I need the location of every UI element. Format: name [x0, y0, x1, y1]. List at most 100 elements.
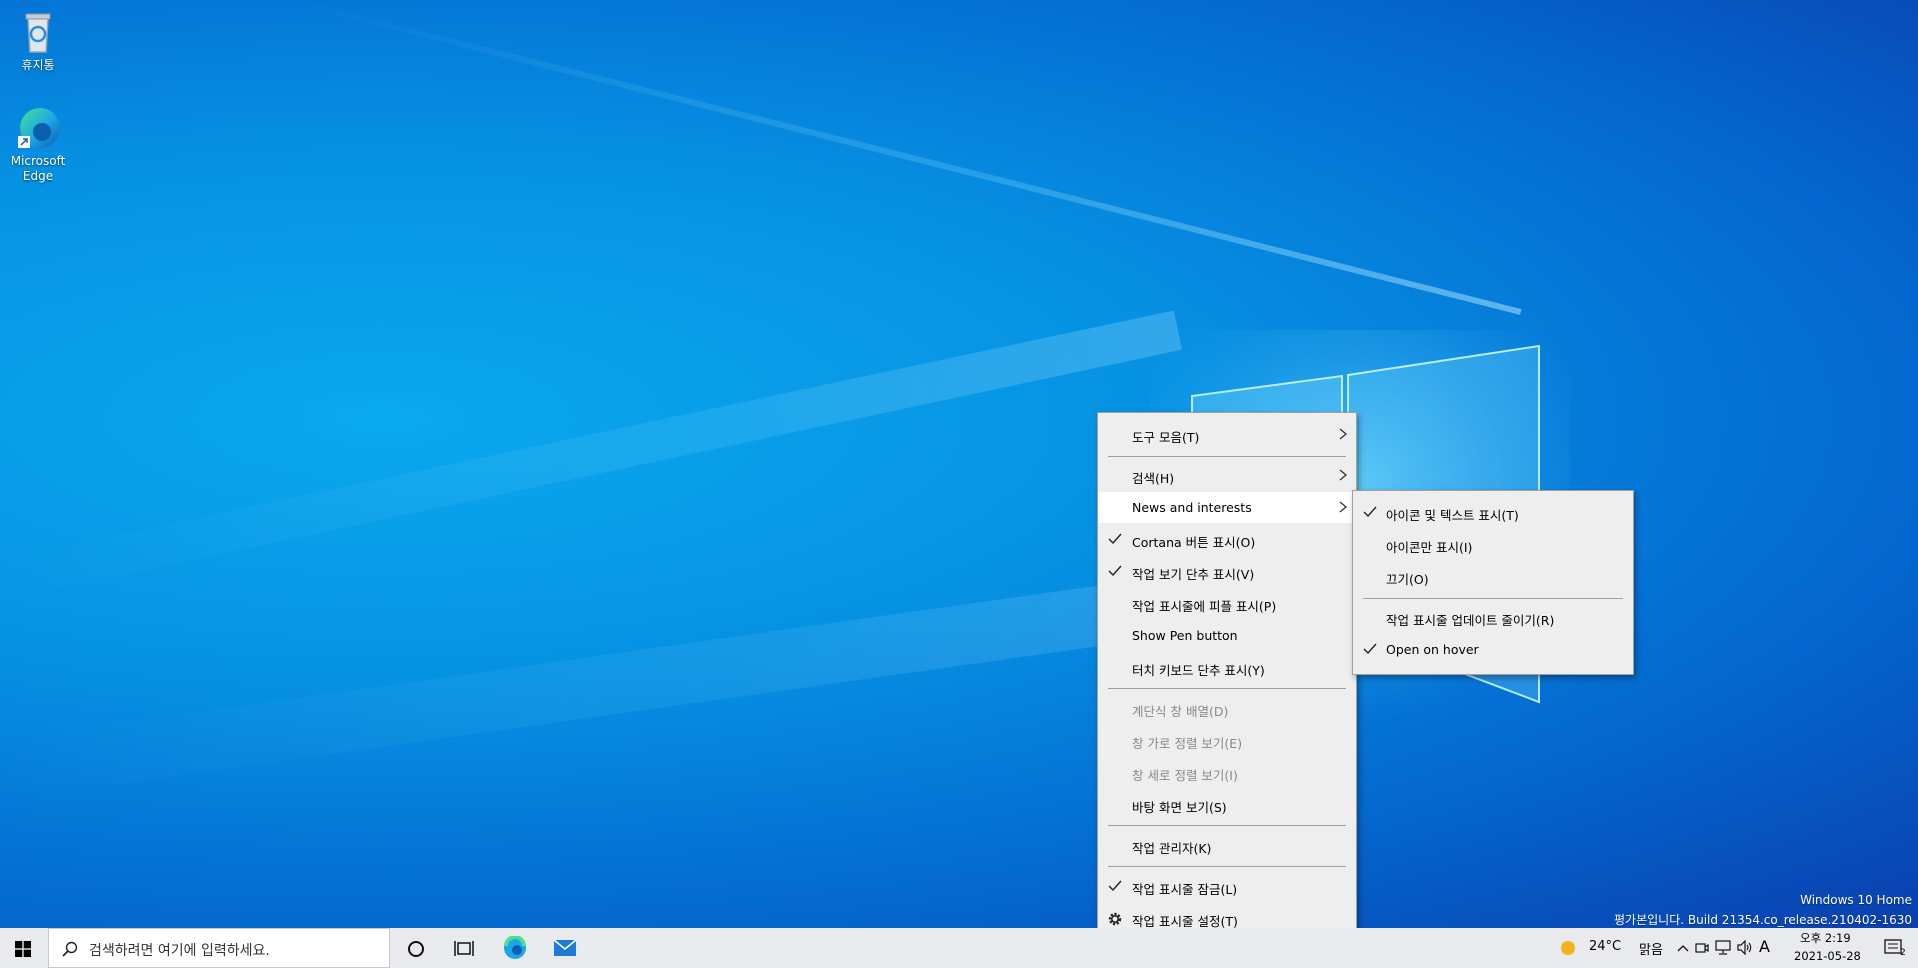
separator	[1108, 456, 1346, 457]
meet-now-icon	[1695, 943, 1709, 953]
checkmark-icon	[1363, 643, 1377, 655]
menu-item-cortana[interactable]: Cortana 버튼 표시(O)	[1098, 524, 1356, 555]
watermark: Windows 10 Home	[1800, 893, 1912, 907]
network-button[interactable]	[1712, 928, 1734, 968]
submenu-item-icon-only[interactable]: 아이콘만 표시(I)	[1353, 529, 1633, 560]
submenu-item-icon-and-text[interactable]: 아이콘 및 텍스트 표시(T)	[1353, 497, 1633, 528]
menu-item-news-and-interests[interactable]: News and interests	[1098, 492, 1356, 523]
menu-item-side-by-side: 창 세로 정렬 보기(I)	[1098, 757, 1356, 788]
menu-item-label: 터치 키보드 단추 표시(Y)	[1132, 663, 1265, 678]
menu-item-label: 검색(H)	[1132, 471, 1175, 486]
menu-item-toolbars[interactable]: 도구 모음(T)	[1098, 419, 1356, 450]
checkmark-icon	[1108, 880, 1122, 892]
taskbar-edge-button[interactable]	[490, 928, 540, 968]
menu-item-touch-keyboard[interactable]: 터치 키보드 단추 표시(Y)	[1098, 652, 1356, 683]
menu-item-label: 아이콘만 표시(I)	[1386, 540, 1473, 555]
chevron-right-icon	[1339, 501, 1348, 513]
menu-item-label: 창 세로 정렬 보기(I)	[1132, 768, 1238, 783]
checkmark-icon	[1363, 506, 1377, 518]
menu-item-search[interactable]: 검색(H)	[1098, 460, 1356, 491]
meet-now-button[interactable]	[1692, 928, 1712, 968]
menu-item-label: 작업 보기 단추 표시(V)	[1132, 567, 1255, 582]
watermark: 평가본입니다. Build 21354.co_release.210402-16…	[1614, 911, 1912, 928]
menu-item-label: 도구 모음(T)	[1132, 430, 1200, 445]
chevron-right-icon	[1339, 469, 1348, 481]
menu-item-label: 작업 표시줄 업데이트 줄이기(R)	[1386, 613, 1555, 628]
mail-icon	[553, 939, 577, 956]
menu-item-people[interactable]: 작업 표시줄에 피플 표시(P)	[1098, 588, 1356, 619]
menu-item-pen-button[interactable]: Show Pen button	[1098, 620, 1356, 651]
windows-icon	[15, 941, 31, 957]
volume-button[interactable]	[1734, 928, 1756, 968]
clock-time: 오후 2:19	[1800, 931, 1851, 945]
light-beam	[0, 572, 1197, 800]
light-beam	[0, 310, 1183, 600]
menu-item-cascade: 계단식 창 배열(D)	[1098, 693, 1356, 724]
recycle-bin-icon	[14, 8, 62, 56]
cortana-button[interactable]	[392, 928, 440, 968]
desktop-icon-edge[interactable]: Microsoft Edge	[0, 104, 76, 184]
menu-item-stacked: 창 가로 정렬 보기(E)	[1098, 725, 1356, 756]
search-box[interactable]: 검색하려면 여기에 입력하세요.	[48, 928, 390, 968]
ime-label: A	[1759, 937, 1770, 956]
edge-icon	[504, 936, 526, 959]
search-placeholder: 검색하려면 여기에 입력하세요.	[89, 943, 270, 959]
separator	[1108, 866, 1346, 867]
show-hidden-icons-button[interactable]	[1672, 928, 1692, 968]
input-indicator[interactable]: A	[1756, 928, 1774, 968]
separator	[1363, 598, 1623, 599]
menu-item-label: 계단식 창 배열(D)	[1132, 704, 1229, 719]
search-icon	[62, 941, 78, 957]
task-view-button[interactable]	[440, 928, 488, 968]
chevron-up-icon	[1677, 945, 1689, 952]
menu-item-label: 작업 관리자(K)	[1132, 841, 1212, 856]
edge-icon	[14, 104, 62, 152]
menu-item-label: 작업 표시줄 잠금(L)	[1132, 882, 1238, 897]
menu-item-label: News and interests	[1132, 500, 1252, 515]
menu-item-label: Open on hover	[1386, 642, 1479, 657]
watermark-build: 평가본입니다. Build 21354.co_release.210402-16…	[1614, 913, 1912, 927]
menu-item-task-manager[interactable]: 작업 관리자(K)	[1098, 830, 1356, 861]
weather-description: 맑음	[1639, 943, 1663, 958]
menu-item-label: 바탕 화면 보기(S)	[1132, 800, 1227, 815]
gear-icon	[1108, 912, 1122, 926]
clock-date: 2021-05-28	[1794, 949, 1861, 963]
checkmark-icon	[1108, 565, 1122, 577]
desktop-icon-label: Microsoft	[10, 154, 66, 168]
network-icon	[1715, 940, 1731, 955]
separator	[1108, 688, 1346, 689]
checkmark-icon	[1108, 533, 1122, 545]
start-button[interactable]	[0, 928, 46, 968]
weather-temperature: 24°C	[1589, 939, 1622, 954]
submenu-item-open-on-hover[interactable]: Open on hover	[1353, 634, 1633, 665]
submenu-item-reduce-updates[interactable]: 작업 표시줄 업데이트 줄이기(R)	[1353, 602, 1633, 633]
menu-item-label: Show Pen button	[1132, 628, 1238, 643]
volume-icon	[1737, 940, 1752, 955]
chevron-right-icon	[1339, 428, 1348, 440]
task-view-icon	[454, 941, 474, 956]
desktop-icon-recycle-bin[interactable]: 휴지통	[0, 8, 76, 73]
notification-count: 2	[1900, 948, 1906, 958]
action-center-button[interactable]: 2	[1874, 928, 1918, 968]
menu-item-lock-taskbar[interactable]: 작업 표시줄 잠금(L)	[1098, 871, 1356, 902]
menu-item-show-desktop[interactable]: 바탕 화면 보기(S)	[1098, 789, 1356, 820]
desktop-icon-label: 휴지통	[21, 58, 55, 72]
desktop-icon-label: Edge	[22, 169, 54, 183]
news-interests-submenu: 아이콘 및 텍스트 표시(T) 아이콘만 표시(I) 끄기(O) 작업 표시줄 …	[1352, 490, 1634, 675]
menu-item-label: 창 가로 정렬 보기(E)	[1132, 736, 1243, 751]
separator	[1108, 825, 1346, 826]
taskbar-context-menu: 도구 모음(T) 검색(H) News and interests Cortan…	[1097, 412, 1357, 945]
menu-item-label: Cortana 버튼 표시(O)	[1132, 535, 1256, 550]
desktop: 휴지통 Microsoft Edge Windows 10 Home 평가본입니…	[0, 0, 1918, 928]
light-beam	[298, 0, 1522, 315]
clock[interactable]: 오후 2:19 2021-05-28	[1780, 928, 1874, 968]
cortana-icon	[408, 941, 424, 957]
submenu-item-turn-off[interactable]: 끄기(O)	[1353, 561, 1633, 592]
menu-item-label: 작업 표시줄에 피플 표시(P)	[1132, 599, 1277, 614]
taskbar: 검색하려면 여기에 입력하세요. 24°C 맑음 A 오후 2:19 2021-…	[0, 928, 1918, 968]
taskbar-mail-button[interactable]	[540, 928, 590, 968]
menu-item-label: 끄기(O)	[1386, 572, 1429, 587]
menu-item-label: 아이콘 및 텍스트 표시(T)	[1386, 508, 1519, 523]
watermark-edition: Windows 10 Home	[1800, 893, 1912, 907]
menu-item-task-view[interactable]: 작업 보기 단추 표시(V)	[1098, 556, 1356, 587]
